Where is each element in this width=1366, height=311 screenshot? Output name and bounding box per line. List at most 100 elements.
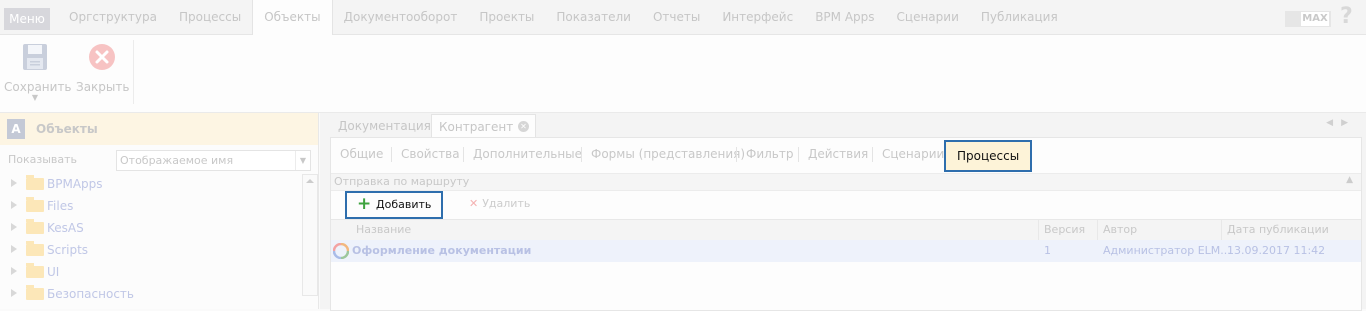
save-label: Сохранить bbox=[4, 80, 72, 94]
max-toggle[interactable]: MAX bbox=[1285, 11, 1331, 27]
floppy-disk-icon bbox=[23, 44, 47, 70]
collapse-up-icon[interactable]: ▲ bbox=[1346, 175, 1353, 185]
subtab-forms[interactable]: Формы (представления) bbox=[591, 147, 745, 161]
nav-orgstructure[interactable]: Оргструктура bbox=[58, 0, 168, 34]
expand-arrow-icon[interactable] bbox=[11, 223, 17, 231]
tree-item-files[interactable]: Files bbox=[0, 195, 302, 217]
chevron-down-icon[interactable]: ▼ bbox=[4, 94, 66, 102]
process-icon bbox=[333, 243, 349, 259]
main-menu-button[interactable]: Меню bbox=[4, 8, 50, 30]
subtab-properties[interactable]: Свойства bbox=[401, 147, 460, 161]
subtab-general[interactable]: Общие bbox=[340, 147, 383, 161]
column-divider bbox=[1221, 220, 1222, 240]
chevron-down-icon[interactable]: ▼ bbox=[295, 151, 310, 170]
max-label: MAX bbox=[1301, 12, 1329, 26]
column-divider bbox=[1038, 220, 1039, 240]
column-header-date[interactable]: Дата публикации bbox=[1227, 223, 1329, 236]
tab-divider bbox=[463, 147, 464, 162]
process-name-cell[interactable]: Оформление документации bbox=[352, 244, 531, 257]
help-icon[interactable]: ? bbox=[1340, 4, 1353, 29]
show-label: Показывать bbox=[8, 153, 78, 166]
nav-projects[interactable]: Проекты bbox=[468, 0, 545, 34]
main-nav: Оргструктура Процессы Объекты Документоо… bbox=[58, 0, 1069, 35]
expand-arrow-icon[interactable] bbox=[11, 289, 17, 297]
tab-contragent[interactable]: Контрагент ✕ bbox=[431, 114, 536, 139]
expand-arrow-icon[interactable] bbox=[11, 245, 17, 253]
subtab-scenarios[interactable]: Сценарии bbox=[882, 147, 944, 161]
expand-arrow-icon[interactable] bbox=[11, 179, 17, 187]
objects-panel-header: A Объекты bbox=[0, 113, 318, 145]
add-button[interactable]: + Добавить bbox=[345, 191, 443, 219]
tab-scroll-arrows[interactable]: ◀▶ bbox=[1326, 118, 1356, 128]
route-section-header: Отправка по маршруту ▲ bbox=[331, 173, 1361, 191]
grid-header: Название Версия Автор Дата публикации bbox=[331, 219, 1361, 241]
folder-icon bbox=[26, 241, 44, 256]
tree-item-label: UI bbox=[47, 265, 60, 279]
objects-tree: BPMApps Files KesAS Scripts UI Безопасно… bbox=[0, 173, 302, 305]
subtab-actions[interactable]: Действия bbox=[808, 147, 868, 161]
nav-objects[interactable]: Объекты bbox=[252, 0, 333, 35]
nav-reports[interactable]: Отчеты bbox=[642, 0, 711, 34]
subtab-processes[interactable]: Процессы bbox=[944, 140, 1033, 172]
tree-item-label: Безопасность bbox=[47, 287, 134, 301]
tree-item-security[interactable]: Безопасность bbox=[0, 283, 302, 305]
folder-icon bbox=[26, 197, 44, 212]
folder-icon bbox=[26, 219, 44, 234]
tree-item-ui[interactable]: UI bbox=[0, 261, 302, 283]
tab-divider bbox=[736, 147, 737, 162]
display-name-select[interactable]: Отображаемое имя ▼ bbox=[116, 150, 311, 171]
expand-arrow-icon[interactable] bbox=[11, 267, 17, 275]
toolbar-divider bbox=[133, 40, 134, 104]
editor-panel: Документация Контрагент ✕ ◀▶ Общие Свойс… bbox=[320, 113, 1366, 311]
tree-item-bpmapps[interactable]: BPMApps bbox=[0, 173, 302, 195]
toolbar: Сохранить ▼ Закрыть bbox=[0, 35, 1366, 113]
tree-item-scripts[interactable]: Scripts bbox=[0, 239, 302, 261]
column-header-name[interactable]: Название bbox=[356, 223, 411, 236]
top-menu-bar: Меню Оргструктура Процессы Объекты Докум… bbox=[0, 0, 1366, 35]
tab-divider bbox=[872, 147, 873, 162]
close-label: Закрыть bbox=[76, 80, 130, 94]
plus-icon: + bbox=[357, 194, 372, 214]
tab-contragent-label: Контрагент bbox=[439, 120, 514, 134]
nav-publication[interactable]: Публикация bbox=[970, 0, 1069, 34]
tree-item-label: KesAS bbox=[47, 221, 84, 235]
save-button[interactable]: Сохранить ▼ bbox=[4, 41, 72, 102]
nav-bpm-apps[interactable]: BPM Apps bbox=[804, 0, 885, 34]
tree-item-label: Files bbox=[47, 199, 74, 213]
nav-interface[interactable]: Интерфейс bbox=[711, 0, 804, 34]
display-select-value: Отображаемое имя bbox=[120, 154, 234, 167]
column-header-author[interactable]: Автор bbox=[1103, 223, 1137, 236]
route-section-title: Отправка по маршруту bbox=[334, 175, 470, 188]
nav-scenarios[interactable]: Сценарии bbox=[886, 0, 970, 34]
delete-button[interactable]: ✕ Удалить bbox=[469, 197, 530, 210]
tab-divider bbox=[581, 147, 582, 162]
date-cell: 13.09.2017 11:42 bbox=[1227, 244, 1326, 257]
tree-scrollbar[interactable] bbox=[302, 174, 318, 296]
delete-label: Удалить bbox=[482, 197, 531, 210]
nav-indicators[interactable]: Показатели bbox=[545, 0, 642, 34]
subtab-additional[interactable]: Дополнительные bbox=[473, 147, 582, 161]
nav-processes[interactable]: Процессы bbox=[168, 0, 252, 34]
expand-arrow-icon[interactable] bbox=[11, 201, 17, 209]
version-cell: 1 bbox=[1044, 244, 1051, 257]
objects-logo-icon: A bbox=[7, 119, 25, 139]
close-circle-icon bbox=[89, 44, 115, 70]
objects-panel: A Объекты Показывать Отображаемое имя ▼ … bbox=[0, 113, 319, 309]
table-row[interactable]: Оформление документации 1 Администратор … bbox=[331, 240, 1361, 262]
objects-panel-title: Объекты bbox=[36, 122, 98, 136]
folder-icon bbox=[26, 263, 44, 278]
folder-icon bbox=[26, 285, 44, 300]
author-cell: Администратор ELM... bbox=[1103, 244, 1231, 257]
tab-divider bbox=[798, 147, 799, 162]
column-header-version[interactable]: Версия bbox=[1044, 223, 1085, 236]
close-button[interactable]: Закрыть bbox=[76, 41, 130, 94]
column-divider bbox=[1097, 220, 1098, 240]
tree-item-kesas[interactable]: KesAS bbox=[0, 217, 302, 239]
close-tab-icon[interactable]: ✕ bbox=[518, 121, 529, 132]
object-editor: Общие Свойства Дополнительные Формы (пре… bbox=[330, 137, 1362, 311]
add-label: Добавить bbox=[376, 198, 432, 211]
tab-documentation[interactable]: Документация bbox=[338, 114, 431, 138]
subtab-filter[interactable]: Фильтр bbox=[746, 147, 793, 161]
nav-document-flow[interactable]: Документооборот bbox=[333, 0, 469, 34]
folder-icon bbox=[26, 175, 44, 190]
